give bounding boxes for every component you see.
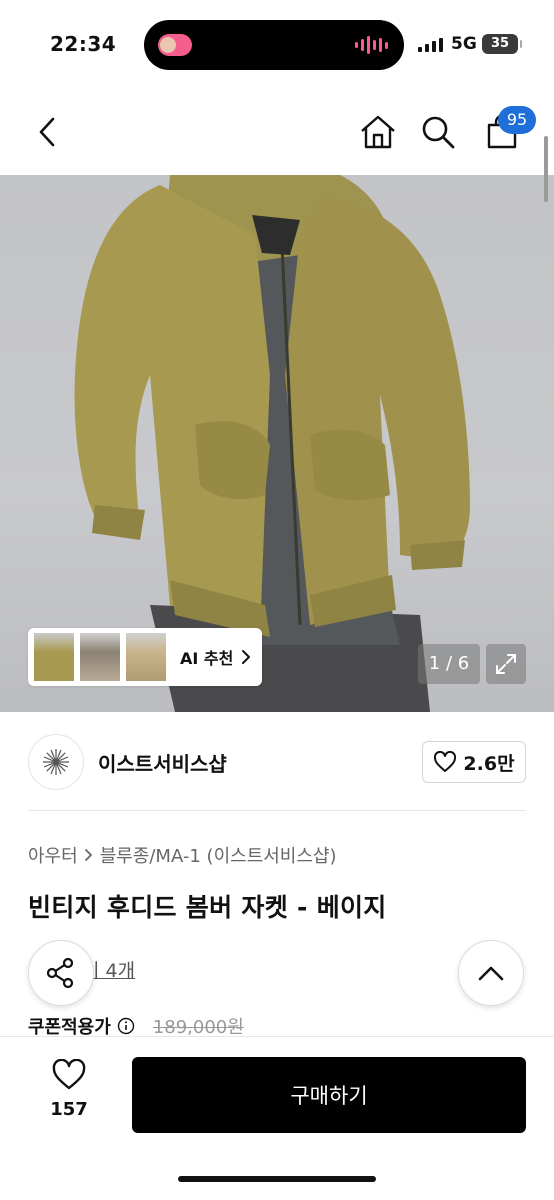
chevron-right-icon bbox=[84, 849, 92, 861]
recommend-thumbnail[interactable] bbox=[78, 631, 122, 683]
info-icon[interactable] bbox=[117, 1017, 135, 1035]
status-bar: 22:34 5G 35 bbox=[0, 0, 554, 90]
breadcrumb-subcategory[interactable]: 블루종/MA-1 (이스트서비스샵) bbox=[100, 842, 337, 868]
expand-icon bbox=[496, 654, 516, 674]
top-navigation bbox=[0, 90, 554, 174]
dynamic-island[interactable] bbox=[144, 20, 404, 70]
ai-recommend-button[interactable]: AI 추천 bbox=[180, 645, 251, 669]
share-button[interactable] bbox=[28, 940, 94, 1006]
wishlist-button[interactable]: 157 bbox=[36, 1058, 102, 1120]
heart-icon bbox=[52, 1058, 86, 1090]
wishlist-count: 157 bbox=[50, 1099, 88, 1120]
ai-recommend-strip[interactable]: AI 추천 bbox=[28, 628, 262, 686]
store-name[interactable]: 이스트서비스샵 bbox=[98, 748, 227, 777]
share-icon bbox=[46, 957, 74, 989]
recommend-thumbnail[interactable] bbox=[32, 631, 76, 683]
home-indicator[interactable] bbox=[178, 1176, 376, 1182]
cellular-signal-icon bbox=[418, 38, 443, 52]
back-button[interactable] bbox=[24, 108, 72, 156]
cart-count-badge: 95 bbox=[498, 106, 536, 134]
breadcrumb-category[interactable]: 아우터 bbox=[28, 842, 78, 868]
audio-waveform-icon bbox=[355, 36, 388, 54]
battery-indicator: 35 bbox=[482, 34, 522, 54]
network-type: 5G bbox=[451, 34, 477, 54]
store-row: 이스트서비스샵 2.6만 bbox=[0, 712, 554, 812]
search-icon bbox=[422, 116, 455, 149]
expand-image-button[interactable] bbox=[486, 644, 526, 684]
product-title: 빈티지 후디드 봄버 자켓 - 베이지 bbox=[28, 893, 387, 922]
starburst-logo-icon bbox=[43, 749, 69, 775]
page-scrollbar[interactable] bbox=[544, 136, 548, 202]
divider bbox=[28, 810, 526, 811]
chevron-right-icon bbox=[242, 650, 251, 664]
ai-recommend-label: AI 추천 bbox=[180, 649, 234, 668]
coupon-price-label: 쿠폰적용가 bbox=[28, 1017, 111, 1038]
home-button[interactable] bbox=[354, 108, 402, 156]
recommend-thumbnail[interactable] bbox=[124, 631, 168, 683]
status-time: 22:34 bbox=[50, 32, 117, 56]
image-counter: 1 / 6 bbox=[418, 644, 480, 684]
buy-button[interactable]: 구매하기 bbox=[132, 1057, 526, 1133]
store-like-count: 2.6만 bbox=[463, 752, 515, 775]
price-row: 쿠폰적용가 189,000원 bbox=[28, 1014, 244, 1038]
store-like-button[interactable]: 2.6만 bbox=[422, 741, 526, 783]
chevron-left-icon bbox=[39, 117, 55, 147]
chevron-up-icon bbox=[478, 966, 504, 981]
original-price: 189,000원 bbox=[152, 1017, 244, 1038]
scroll-to-top-button[interactable] bbox=[458, 940, 524, 1006]
search-button[interactable] bbox=[414, 108, 462, 156]
heart-icon bbox=[434, 751, 457, 772]
breadcrumb: 아우터 블루종/MA-1 (이스트서비스샵) bbox=[28, 842, 337, 868]
now-playing-thumbnail bbox=[158, 34, 192, 56]
store-logo[interactable] bbox=[28, 734, 84, 790]
home-icon bbox=[361, 115, 395, 149]
